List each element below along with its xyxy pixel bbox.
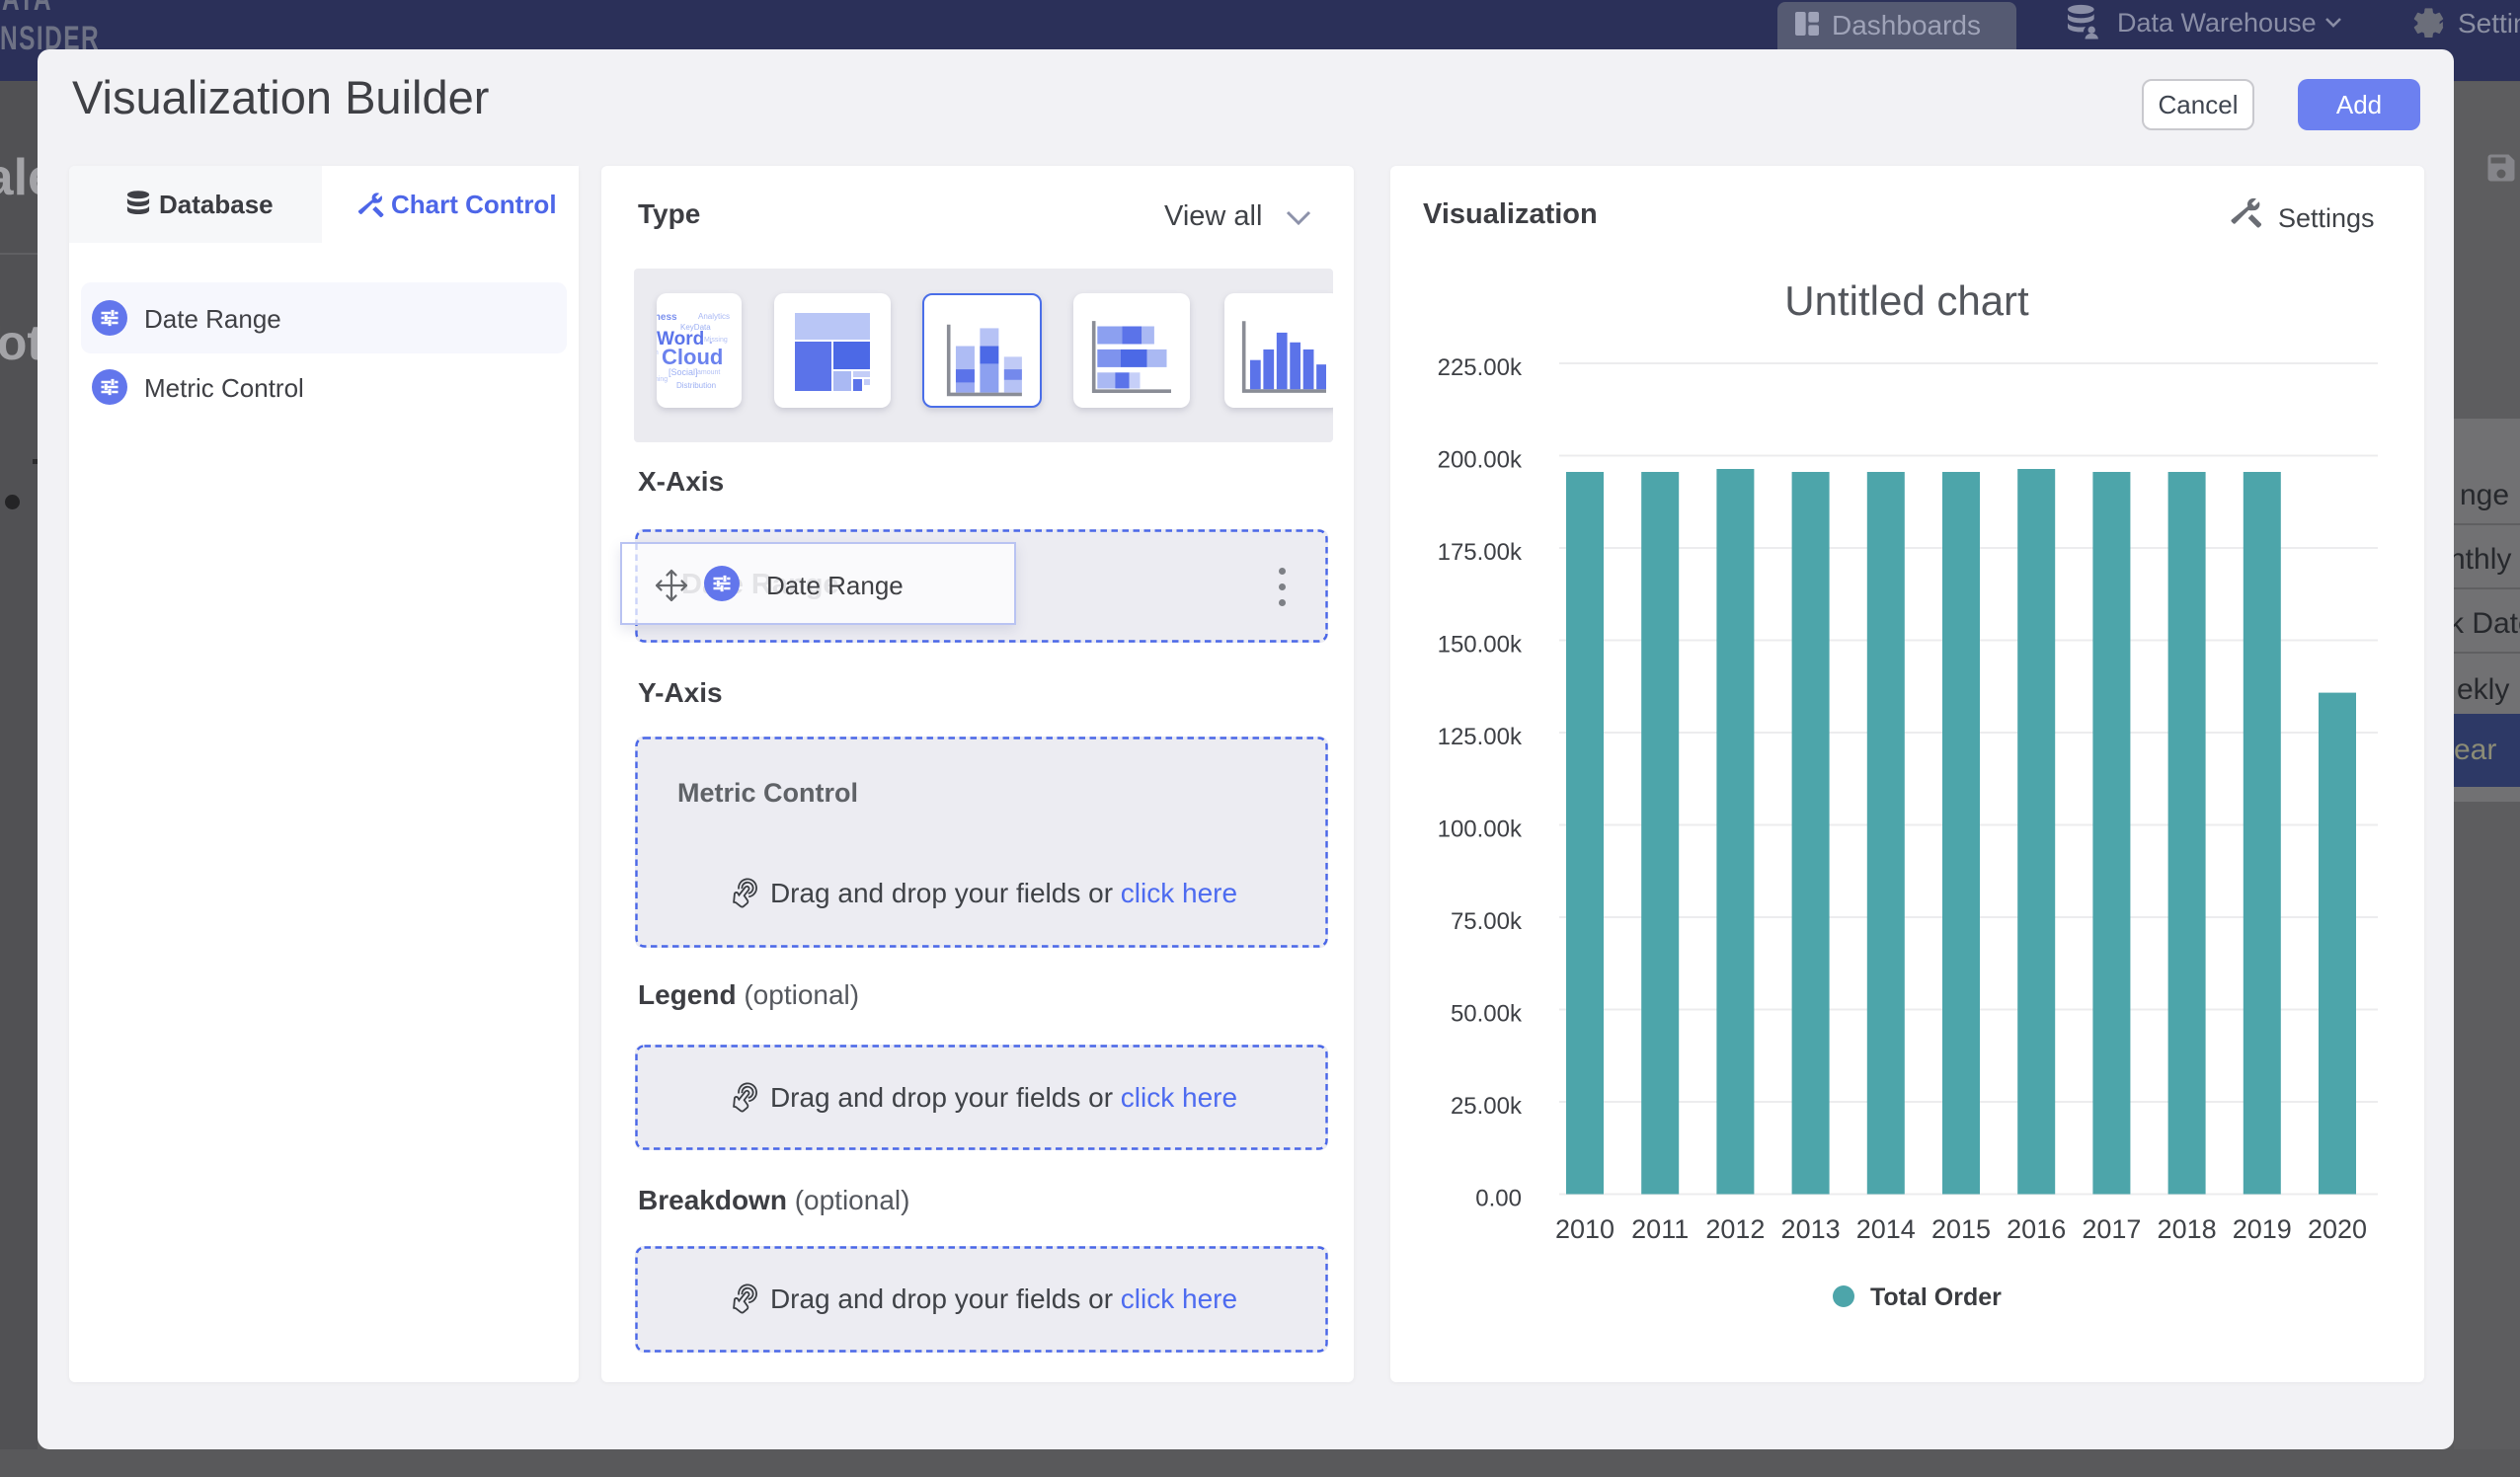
svg-text:2020: 2020 bbox=[2308, 1214, 2367, 1244]
svg-text:2011: 2011 bbox=[1631, 1214, 1689, 1244]
svg-text:75.00k: 75.00k bbox=[1451, 908, 1523, 935]
svg-text:175.00k: 175.00k bbox=[1438, 539, 1523, 566]
svg-text:0.00: 0.00 bbox=[1475, 1186, 1522, 1212]
svg-text:25.00k: 25.00k bbox=[1451, 1093, 1523, 1120]
svg-text:200.00k: 200.00k bbox=[1438, 447, 1523, 474]
svg-text:2016: 2016 bbox=[2007, 1214, 2066, 1244]
svg-text:Total Order: Total Order bbox=[1870, 1283, 2002, 1311]
svg-text:2015: 2015 bbox=[1931, 1214, 1991, 1244]
svg-text:100.00k: 100.00k bbox=[1438, 816, 1523, 843]
svg-text:2018: 2018 bbox=[2158, 1214, 2217, 1244]
svg-text:2013: 2013 bbox=[1781, 1214, 1841, 1244]
svg-text:2019: 2019 bbox=[2233, 1214, 2292, 1244]
svg-text:50.00k: 50.00k bbox=[1451, 1001, 1523, 1028]
svg-text:2017: 2017 bbox=[2082, 1214, 2141, 1244]
svg-text:125.00k: 125.00k bbox=[1438, 724, 1523, 750]
svg-text:2010: 2010 bbox=[1555, 1214, 1614, 1244]
svg-text:150.00k: 150.00k bbox=[1438, 632, 1523, 659]
svg-text:225.00k: 225.00k bbox=[1438, 354, 1523, 381]
svg-text:2012: 2012 bbox=[1705, 1214, 1765, 1244]
svg-text:2014: 2014 bbox=[1856, 1214, 1916, 1244]
